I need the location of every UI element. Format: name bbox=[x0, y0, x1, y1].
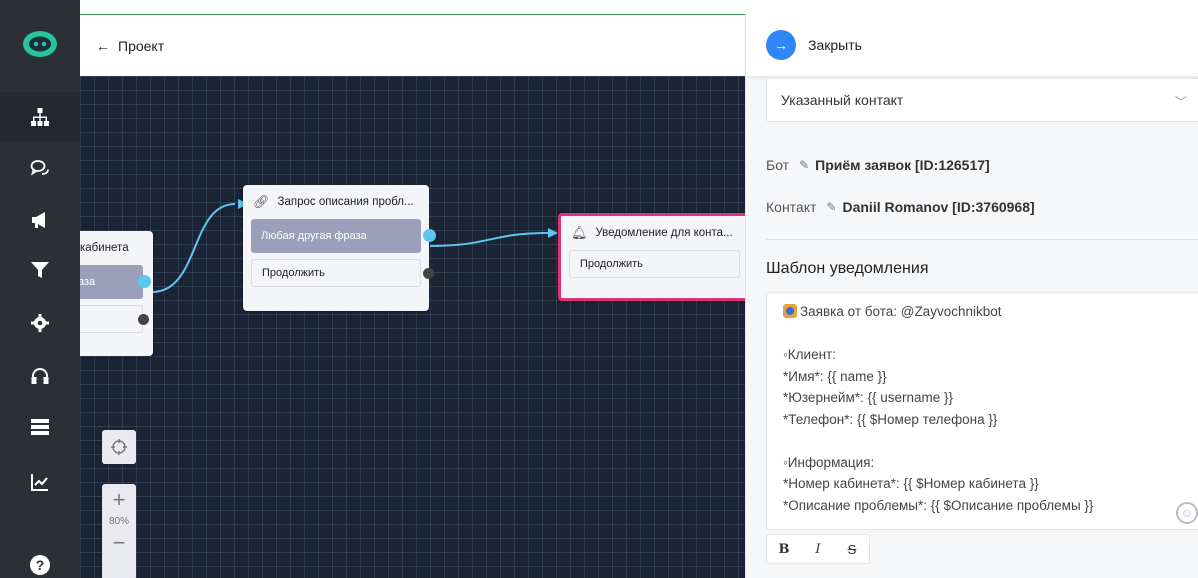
flow-canvas[interactable]: кабинета аза 🔗︎ Запрос описания пробл...… bbox=[80, 76, 745, 578]
connection-port[interactable] bbox=[423, 229, 436, 242]
contact-row: Контакт ✎ Daniil Romanov [ID:3760968] bbox=[766, 199, 1035, 215]
flow-node-problem-description[interactable]: 🔗︎ Запрос описания пробл... Любая другая… bbox=[243, 185, 436, 311]
template-line: *Описание проблемы*: {{ $Описание пробле… bbox=[783, 497, 1094, 513]
chat-icon bbox=[30, 160, 49, 176]
connection-link bbox=[429, 232, 549, 247]
strikethrough-button[interactable]: S bbox=[835, 535, 869, 563]
close-label[interactable]: Закрыть bbox=[808, 37, 862, 53]
chevron-down-icon: ﹀ bbox=[1174, 95, 1187, 109]
zoom-in-button[interactable]: + bbox=[113, 484, 126, 516]
chart-line-icon bbox=[31, 474, 48, 491]
contact-label: Контакт bbox=[766, 199, 817, 215]
recipient-select[interactable]: Указанный контакт ﹀ bbox=[766, 78, 1198, 122]
node-title: 🔔︎ Уведомление для конта... bbox=[571, 225, 733, 240]
node-button-continue[interactable] bbox=[80, 305, 149, 333]
sidebar-item-chats[interactable] bbox=[0, 143, 80, 193]
divider bbox=[766, 239, 1198, 240]
bot-label: Бот bbox=[766, 157, 790, 173]
arrow-right-icon: → bbox=[774, 37, 788, 53]
node-button-any-phrase[interactable]: Любая другая фраза bbox=[251, 219, 436, 253]
help-icon: ? bbox=[30, 555, 50, 575]
close-panel-button[interactable]: → bbox=[766, 30, 796, 60]
sidebar-item-help[interactable]: ? bbox=[0, 540, 80, 578]
emoji-icon bbox=[783, 304, 797, 318]
node-button-label: аза bbox=[80, 276, 96, 288]
sidebar-item-database[interactable] bbox=[0, 402, 80, 452]
zoom-level: 80% bbox=[108, 516, 129, 527]
sitemap-icon bbox=[31, 108, 49, 126]
emoji-picker-icon[interactable]: ☺ bbox=[1176, 502, 1198, 524]
filter-icon bbox=[31, 262, 49, 278]
node-title: 🔗︎ Запрос описания пробл... bbox=[253, 194, 414, 209]
template-line bbox=[783, 323, 1189, 345]
connection-link bbox=[151, 203, 236, 293]
panel-header: → Закрыть bbox=[746, 14, 1198, 76]
zoom-panel: + 80% − bbox=[102, 484, 136, 578]
format-toolbar: B I S bbox=[766, 534, 870, 564]
node-button-continue[interactable]: Продолжить bbox=[251, 259, 434, 287]
database-icon bbox=[31, 419, 49, 435]
arrow-left-icon[interactable]: ← bbox=[96, 38, 110, 54]
pencil-icon[interactable]: ✎ bbox=[826, 200, 836, 214]
node-button-label: Продолжить bbox=[262, 267, 325, 279]
template-line: *Имя*: {{ name }} bbox=[783, 368, 887, 384]
template-line: ◦Информация: bbox=[783, 454, 875, 470]
bold-button[interactable]: B bbox=[767, 535, 801, 563]
link-icon: 🔗︎ bbox=[253, 194, 270, 209]
logo[interactable] bbox=[0, 0, 80, 88]
zoom-out-button[interactable]: − bbox=[113, 527, 126, 559]
template-line: *Телефон*: {{ $Номер телефона }} bbox=[783, 411, 998, 427]
sidebar-item-settings[interactable] bbox=[0, 298, 80, 348]
bot-logo-icon bbox=[23, 31, 57, 57]
back-to-project-link[interactable]: Проект bbox=[118, 38, 164, 54]
template-line: Заявка от бота: @Zayvochnikbot bbox=[783, 301, 1189, 323]
connection-port[interactable] bbox=[423, 268, 434, 279]
recipient-select-value: Указанный контакт bbox=[781, 92, 904, 108]
template-line: ◦Клиент: bbox=[783, 347, 836, 362]
template-line: *Номер кабинета*: {{ $Номер кабинета }} bbox=[783, 476, 1039, 491]
italic-button[interactable]: I bbox=[801, 535, 835, 563]
template-line bbox=[783, 430, 1189, 452]
top-bar: ← Проект bbox=[80, 14, 745, 76]
bell-icon: 🔔︎ bbox=[571, 225, 588, 240]
sidebar-item-support[interactable] bbox=[0, 352, 80, 402]
bot-row: Бот ✎ Приём заявок [ID:126517] bbox=[766, 157, 990, 173]
template-editor[interactable]: Заявка от бота: @Zayvochnikbot ◦Клиент: … bbox=[766, 292, 1198, 530]
node-settings-panel: → Закрыть Указанный контакт ﹀ Бот ✎ Приё… bbox=[745, 14, 1198, 578]
node-connections bbox=[151, 199, 558, 293]
pencil-icon[interactable]: ✎ bbox=[799, 158, 809, 172]
megaphone-icon bbox=[32, 212, 45, 228]
template-title: Шаблон уведомления bbox=[766, 260, 929, 277]
sidebar-item-broadcasts[interactable] bbox=[0, 195, 80, 245]
template-line: *Юзернейм*: {{ username }} bbox=[783, 390, 954, 405]
connection-port[interactable] bbox=[138, 275, 151, 288]
contact-value[interactable]: Daniil Romanov [ID:3760968] bbox=[842, 199, 1034, 215]
bot-value[interactable]: Приём заявок [ID:126517] bbox=[815, 157, 990, 173]
node-button-any-phrase[interactable]: аза bbox=[80, 265, 151, 299]
headset-icon bbox=[31, 368, 49, 384]
node-title: кабинета bbox=[80, 242, 129, 254]
flow-node-contact-notification[interactable]: 🔔︎ Уведомление для конта... Продолжить bbox=[558, 213, 745, 301]
node-button-continue[interactable]: Продолжить bbox=[569, 250, 740, 278]
sidebar: ? bbox=[0, 0, 80, 578]
sidebar-item-builder[interactable] bbox=[0, 92, 80, 142]
center-view-button[interactable] bbox=[102, 430, 136, 464]
node-button-label: Любая другая фраза bbox=[261, 230, 367, 242]
sidebar-item-analytics[interactable] bbox=[0, 457, 80, 507]
gear-icon bbox=[31, 314, 49, 332]
connection-port[interactable] bbox=[138, 314, 149, 325]
connection-arrow bbox=[548, 228, 558, 238]
node-button-label: Продолжить bbox=[580, 258, 643, 270]
flow-node-room-number[interactable]: кабинета аза bbox=[80, 231, 153, 356]
sidebar-item-funnels[interactable] bbox=[0, 245, 80, 295]
crosshair-icon bbox=[111, 439, 127, 455]
svg-text:?: ? bbox=[36, 557, 45, 573]
